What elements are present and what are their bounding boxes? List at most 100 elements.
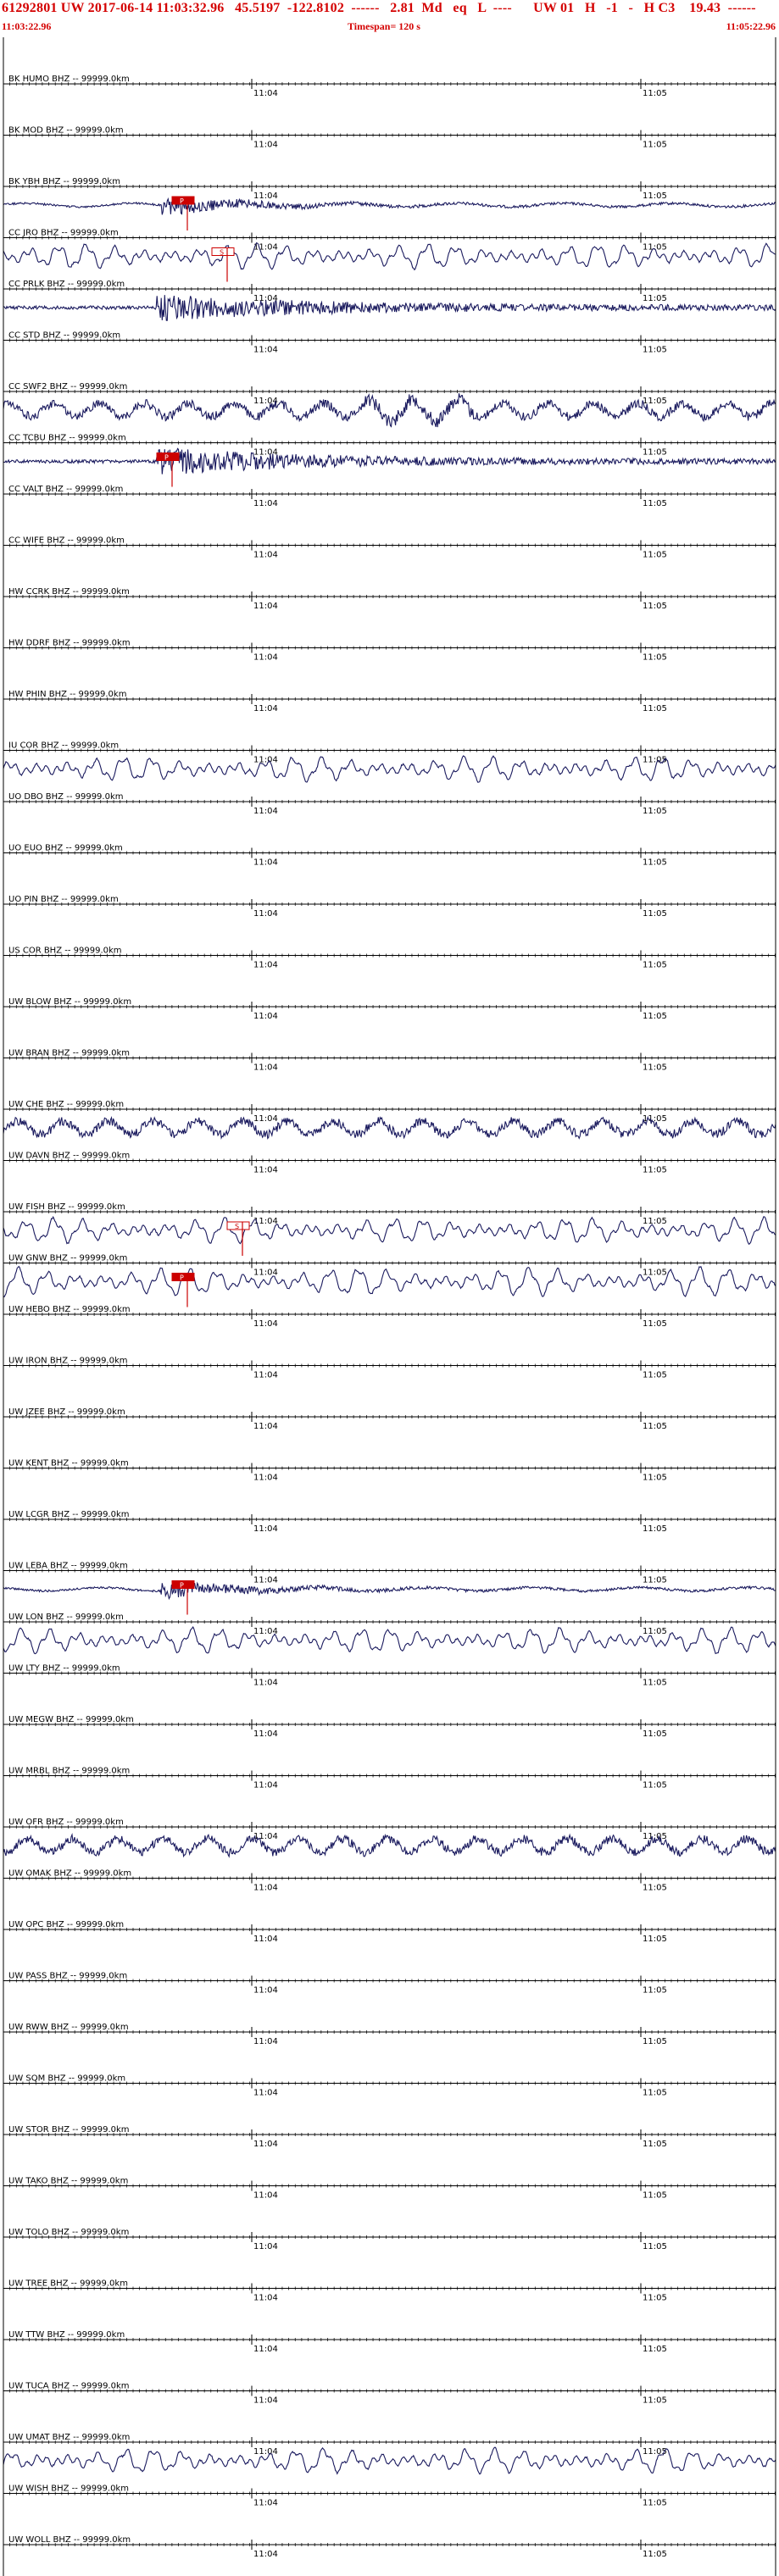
pick-label: S (220, 249, 224, 257)
time-label-a: 11:04 (253, 448, 278, 458)
time-label-b: 11:05 (643, 1371, 667, 1380)
station-label: UW LON BHZ -- 99999.0km (8, 1613, 124, 1622)
time-label-b: 11:05 (643, 858, 667, 868)
time-label-b: 11:05 (643, 756, 667, 765)
station-label: UW MRBL BHZ -- 99999.0km (8, 1767, 130, 1776)
time-label-a: 11:04 (253, 1679, 278, 1688)
time-label-b: 11:05 (643, 397, 667, 406)
time-label-b: 11:05 (643, 704, 667, 713)
station-label: CC TCBU BHZ -- 99999.0km (8, 434, 126, 443)
time-label-b: 11:05 (643, 2037, 667, 2046)
pick-label: P (180, 1274, 184, 1282)
time-label-b: 11:05 (643, 1627, 667, 1636)
station-label: CC STD BHZ -- 99999.0km (8, 331, 120, 341)
time-label-a: 11:04 (253, 397, 278, 406)
time-label-a: 11:04 (253, 858, 278, 868)
station-label: UW LCGR BHZ -- 99999.0km (8, 1510, 130, 1519)
station-label: UW RWW BHZ -- 99999.0km (8, 2023, 129, 2032)
seismogram-panel: 11:04 11:05 BK HUMO BHZ -- 99999.0km 11:04 1… (3, 37, 776, 2576)
time-label-b: 11:05 (643, 1986, 667, 1996)
time-label-a: 11:04 (253, 243, 278, 253)
station-label: UW OFR BHZ -- 99999.0km (8, 1818, 124, 1827)
station-label: UW DAVN BHZ -- 99999.0km (8, 1152, 130, 1161)
time-label-b: 11:05 (643, 1319, 667, 1329)
station-label: UW CHE BHZ -- 99999.0km (8, 1100, 124, 1109)
station-label: HW CCRK BHZ -- 99999.0km (8, 587, 130, 597)
station-label: UW MEGW BHZ -- 99999.0km (8, 1715, 134, 1724)
time-label-b: 11:05 (643, 909, 667, 919)
station-label: BK MOD BHZ -- 99999.0km (8, 126, 124, 136)
time-label-a: 11:04 (253, 551, 278, 560)
time-label-b: 11:05 (643, 1217, 667, 1226)
station-label: UW FISH BHZ -- 99999.0km (8, 1202, 125, 1212)
time-label-a: 11:04 (253, 1884, 278, 1893)
time-label-b: 11:05 (643, 1679, 667, 1688)
pick-label: P (180, 197, 184, 205)
station-label: UW LEBA BHZ -- 99999.0km (8, 1562, 128, 1571)
time-label-a: 11:04 (253, 1371, 278, 1380)
pick-label: S (235, 1223, 239, 1230)
time-label-b: 11:05 (643, 961, 667, 970)
station-label: UW BLOW BHZ -- 99999.0km (8, 997, 131, 1007)
station-label: UW GNW BHZ -- 99999.0km (8, 1254, 127, 1263)
time-label-b: 11:05 (643, 551, 667, 560)
station-label: CC VALT BHZ -- 99999.0km (8, 485, 123, 494)
time-label-b: 11:05 (643, 89, 667, 98)
time-label-a: 11:04 (253, 909, 278, 919)
station-label: CC PRLK BHZ -- 99999.0km (8, 280, 125, 289)
time-label-b: 11:05 (643, 807, 667, 816)
time-label-a: 11:04 (253, 1935, 278, 1944)
station-label: UW KENT BHZ -- 99999.0km (8, 1459, 129, 1468)
time-label-a: 11:04 (253, 1729, 278, 1739)
time-label-b: 11:05 (643, 1884, 667, 1893)
station-label: BK YBH BHZ -- 99999.0km (8, 177, 120, 186)
station-label: UW JZEE BHZ -- 99999.0km (8, 1407, 125, 1417)
time-label-a: 11:04 (253, 704, 278, 713)
time-label-a: 11:04 (253, 1986, 278, 1996)
time-label-a: 11:04 (253, 756, 278, 765)
time-label-b: 11:05 (643, 346, 667, 355)
station-label: BK HUMO BHZ -- 99999.0km (8, 75, 130, 84)
station-label: CC SWF2 BHZ -- 99999.0km (8, 382, 127, 391)
station-label: CC WIFE BHZ -- 99999.0km (8, 536, 125, 546)
time-label-a: 11:04 (253, 1063, 278, 1073)
time-label-b: 11:05 (643, 653, 667, 663)
time-label-b: 11:05 (643, 1729, 667, 1739)
time-label-b: 11:05 (643, 448, 667, 458)
time-label-a: 11:04 (253, 1781, 278, 1790)
time-label-a: 11:04 (253, 602, 278, 611)
time-label-b: 11:05 (643, 1166, 667, 1175)
time-label-a: 11:04 (253, 499, 278, 508)
time-label-b: 11:05 (643, 1012, 667, 1021)
time-label-a: 11:04 (253, 192, 278, 201)
time-label-b: 11:05 (643, 192, 667, 201)
station-label: IU COR BHZ -- 99999.0km (8, 741, 119, 751)
time-label-a: 11:04 (253, 1524, 278, 1534)
time-label-a: 11:04 (253, 346, 278, 355)
station-label: UW PASS BHZ -- 99999.0km (8, 1972, 127, 1981)
station-label: HW PHIN BHZ -- 99999.0km (8, 690, 126, 699)
station-label: UW OMAK BHZ -- 99999.0km (8, 1869, 131, 1879)
station-label: UW BRAN BHZ -- 99999.0km (8, 1049, 130, 1058)
time-label-b: 11:05 (643, 243, 667, 253)
time-label-b: 11:05 (643, 1269, 667, 1278)
station-label: HW DDRF BHZ -- 99999.0km (8, 639, 131, 648)
station-label: UO PIN BHZ -- 99999.0km (8, 895, 119, 904)
time-label-b: 11:05 (643, 1781, 667, 1790)
pick-label: P (164, 454, 169, 462)
station-label: UO EUO BHZ -- 99999.0km (8, 844, 123, 853)
time-label-b: 11:05 (643, 602, 667, 611)
time-label-b: 11:05 (643, 1063, 667, 1073)
time-label-a: 11:04 (253, 1422, 278, 1431)
time-label-a: 11:04 (253, 1166, 278, 1175)
station-label: UW IRON BHZ -- 99999.0km (8, 1357, 128, 1366)
time-label-a: 11:04 (253, 807, 278, 816)
time-label-a: 11:04 (253, 2037, 278, 2046)
waveform (3, 197, 776, 215)
pick-label: P (180, 1582, 184, 1590)
station-label: UW LTY BHZ -- 99999.0km (8, 1664, 120, 1674)
station-label: UW HEBO BHZ -- 99999.0km (8, 1305, 131, 1314)
time-label-a: 11:04 (253, 141, 278, 150)
station-label: UO DBO BHZ -- 99999.0km (8, 792, 124, 802)
time-label-b: 11:05 (643, 1524, 667, 1534)
